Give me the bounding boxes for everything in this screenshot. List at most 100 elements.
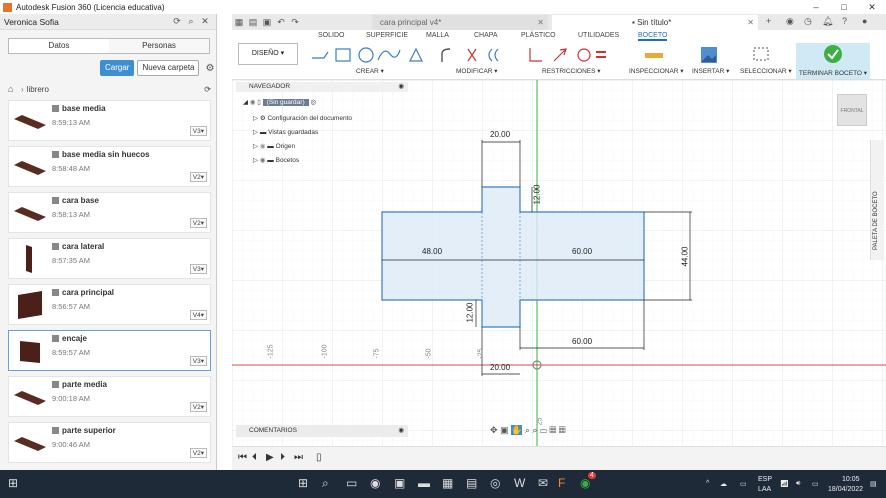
navigator-root[interactable]: ◢ ◉ ▯ (Sin guardar) ◎ bbox=[243, 98, 316, 106]
dimension-label[interactable]: 20.00 bbox=[490, 130, 510, 139]
list-item[interactable]: parte superior 9:00:46 AM V2▾ bbox=[8, 422, 211, 463]
explorer-icon[interactable]: ▬ bbox=[418, 476, 430, 490]
app-icon[interactable]: ▦ bbox=[442, 476, 453, 490]
list-item[interactable]: cara principal 8:56:57 AM V4▾ bbox=[8, 284, 211, 325]
app-icon[interactable]: ▤ bbox=[466, 476, 477, 490]
search-icon[interactable]: ⌕ bbox=[322, 476, 329, 491]
step-forward-icon[interactable]: ⏵ bbox=[280, 452, 285, 463]
upload-button[interactable]: Cargar bbox=[100, 60, 135, 76]
refresh-icon[interactable]: ⟳ bbox=[170, 16, 184, 27]
comments-options-icon[interactable]: ◉ bbox=[398, 425, 404, 437]
notifications-icon[interactable]: 🔔︎ bbox=[822, 16, 833, 27]
dimension-label[interactable]: 20.00 bbox=[490, 363, 510, 372]
comments-panel[interactable]: COMENTARIOS ◉ bbox=[236, 425, 408, 437]
group-inspect[interactable]: INSPECCIONAR ▾ bbox=[629, 67, 684, 75]
workspace-selector[interactable]: DISEÑO ▾ bbox=[238, 43, 298, 65]
chrome-icon[interactable]: ◎ bbox=[490, 476, 500, 490]
navigator-item[interactable]: ▷ ▬ Vistas guardadas bbox=[253, 128, 318, 136]
version-badge[interactable]: V4▾ bbox=[189, 310, 207, 320]
account-icon[interactable]: ● bbox=[862, 16, 867, 26]
zoom-icon[interactable]: ⌕ bbox=[525, 425, 530, 435]
navigator-item[interactable]: ▷ ◉ ▬ Bocetos bbox=[253, 156, 299, 164]
jobs-icon[interactable]: ◷ bbox=[804, 16, 812, 27]
start-menu-icon[interactable]: ⊞ bbox=[298, 476, 308, 490]
look-at-icon[interactable]: ▣ bbox=[500, 425, 509, 435]
display-settings-icon[interactable]: ▭ bbox=[540, 425, 547, 435]
close-panel-icon[interactable]: ✕ bbox=[198, 16, 212, 27]
search-icon[interactable]: ⌕ bbox=[184, 16, 198, 27]
teams-icon[interactable]: ◉ bbox=[370, 476, 380, 490]
windows-start-icon[interactable]: ⊞ bbox=[8, 476, 18, 490]
version-badge[interactable]: V3▾ bbox=[189, 264, 207, 274]
maximize-button[interactable]: □ bbox=[830, 2, 858, 12]
fit-icon[interactable]: ⌕ bbox=[532, 425, 537, 435]
dimension-label[interactable]: 12.00 bbox=[466, 302, 475, 322]
version-badge[interactable]: V3▾ bbox=[189, 356, 207, 366]
timeline-sketch-icon[interactable]: ▯ bbox=[316, 452, 322, 463]
clock-time[interactable]: 10:05 bbox=[842, 476, 860, 483]
tab-boceto[interactable]: BOCETO bbox=[638, 32, 668, 41]
group-insert[interactable]: INSERTAR ▾ bbox=[692, 67, 729, 75]
finish-sketch-button[interactable]: TERMINAR BOCETO ▾ bbox=[796, 43, 870, 79]
play-icon[interactable]: ▶ bbox=[266, 452, 274, 463]
tab-malla[interactable]: MALLA bbox=[426, 32, 449, 39]
list-item[interactable]: base media 8:59:13 AM V3▾ bbox=[8, 100, 211, 141]
language-indicator[interactable]: ESP bbox=[758, 476, 772, 483]
viewports-icon[interactable]: ▦ bbox=[559, 425, 566, 435]
gear-icon[interactable]: ⚙ bbox=[205, 63, 214, 74]
group-constraints[interactable]: RESTRICCIONES ▾ bbox=[542, 67, 601, 75]
tab-cara-principal[interactable]: cara principal v4* ✕ bbox=[372, 15, 548, 30]
constraint-tools[interactable] bbox=[526, 46, 622, 64]
minimize-button[interactable]: – bbox=[802, 2, 830, 12]
list-item[interactable]: encaje 8:59:57 AM V3▾ bbox=[8, 330, 211, 371]
close-button[interactable]: ✕ bbox=[858, 2, 886, 13]
tab-personas[interactable]: Personas bbox=[109, 39, 209, 53]
tab-chapa[interactable]: CHAPA bbox=[474, 32, 498, 39]
tab-datos[interactable]: Datos bbox=[9, 39, 109, 53]
group-modify[interactable]: MODIFICAR ▾ bbox=[456, 67, 498, 75]
word-icon[interactable]: W bbox=[514, 476, 525, 490]
wifi-icon[interactable]: 📶︎ bbox=[780, 480, 789, 488]
close-tab-icon[interactable]: ✕ bbox=[537, 15, 544, 30]
grid-settings-icon[interactable]: ▦ bbox=[549, 425, 556, 435]
dimension-label[interactable]: 48.00 bbox=[422, 247, 442, 256]
cloud-icon[interactable]: ☁ bbox=[720, 480, 727, 488]
task-view-icon[interactable]: ▭ bbox=[346, 476, 357, 490]
fusion-taskbar-icon[interactable]: F bbox=[558, 476, 565, 490]
modify-tools[interactable] bbox=[438, 46, 514, 64]
create-tools[interactable] bbox=[310, 46, 430, 64]
group-create[interactable]: CREAR ▾ bbox=[356, 67, 384, 75]
list-item[interactable]: cara lateral 8:57:35 AM V3▾ bbox=[8, 238, 211, 279]
visibility-icon[interactable]: ◉ bbox=[260, 143, 266, 150]
tab-utilidades[interactable]: UTILIDADES bbox=[578, 32, 619, 39]
close-tab-icon[interactable]: ✕ bbox=[747, 15, 754, 30]
sketch-palette-tab[interactable]: PALETA DE BOCETO bbox=[870, 140, 884, 260]
clock-date[interactable]: 18/04/2022 bbox=[828, 486, 863, 493]
list-item[interactable]: cara base 8:58:13 AM V2▾ bbox=[8, 192, 211, 233]
visibility-icon[interactable]: ◉ bbox=[260, 157, 266, 164]
extensions-icon[interactable]: ◉ bbox=[786, 16, 794, 27]
pan-icon[interactable]: ✋ bbox=[511, 425, 523, 435]
tab-superficie[interactable]: SUPERFICIE bbox=[366, 32, 408, 39]
group-select[interactable]: SELECCIONAR ▾ bbox=[740, 67, 792, 75]
visibility-icon[interactable]: ◉ bbox=[250, 99, 256, 106]
navigator-options-icon[interactable]: ◉ bbox=[398, 82, 404, 90]
collapse-icon[interactable]: ◢ bbox=[243, 99, 248, 106]
sketch-canvas[interactable]: 20.00 12.00 48.00 60.00 44.00 12.00 60.0… bbox=[232, 80, 886, 470]
sync-icon[interactable]: ⟳ bbox=[204, 85, 211, 94]
orbit-icon[interactable]: ✥ bbox=[490, 425, 498, 435]
measure-icon[interactable] bbox=[644, 48, 664, 62]
help-icon[interactable]: ? bbox=[842, 16, 847, 26]
tray-icon[interactable]: ▭ bbox=[740, 480, 747, 488]
dimension-label[interactable]: 44.00 bbox=[681, 246, 690, 266]
undo-icon[interactable]: ↶ bbox=[274, 17, 288, 28]
view-cube[interactable]: FRONTAL bbox=[837, 94, 867, 126]
tab-solido[interactable]: SOLIDO bbox=[318, 32, 344, 39]
file-menu-icon[interactable]: ▤ bbox=[246, 17, 260, 28]
navigator-item[interactable]: ▷ ⚙ Configuración del documento bbox=[253, 114, 352, 122]
list-item[interactable]: base media sin huecos 8:58:48 AM V2▾ bbox=[8, 146, 211, 187]
radio-icon[interactable]: ◎ bbox=[310, 99, 316, 106]
version-badge[interactable]: V2▾ bbox=[189, 402, 207, 412]
insert-image-icon[interactable] bbox=[700, 46, 718, 64]
app-icon[interactable]: ▣ bbox=[394, 476, 405, 490]
